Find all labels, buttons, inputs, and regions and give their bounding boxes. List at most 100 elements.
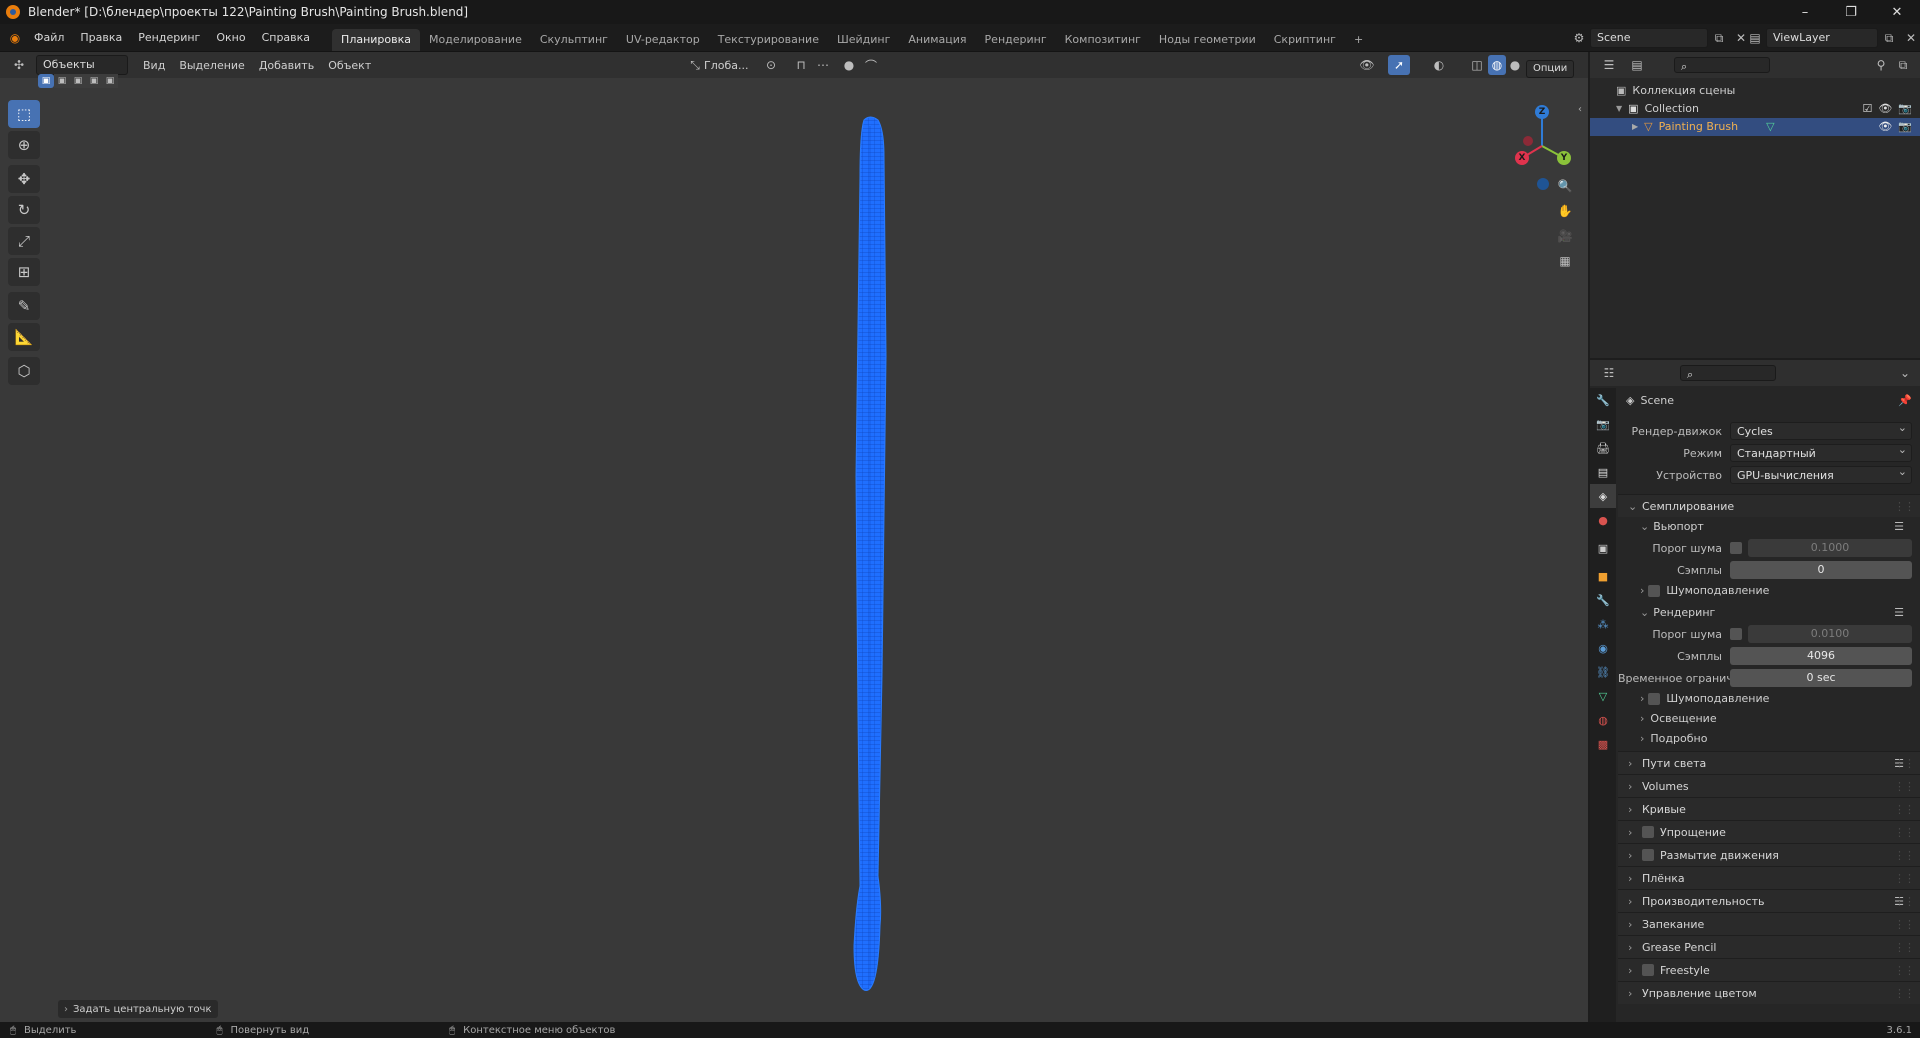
output-tab-icon[interactable]: 🖨 (1590, 436, 1616, 460)
drag-grip-icon[interactable]: ⋮⋮ (1894, 752, 1915, 775)
panel-performance[interactable]: › Производительность ☰ ⋮⋮ (1618, 889, 1920, 912)
viewport-denoise-header[interactable]: › Шумоподавление (1618, 581, 1920, 601)
tab-compositing[interactable]: Композитинг (1056, 29, 1150, 51)
lights-header[interactable]: › Освещение (1618, 709, 1920, 729)
scene-icon[interactable]: ⚙ (1568, 28, 1590, 48)
blender-menu-icon[interactable]: ◉ (4, 28, 26, 48)
visibility-icon[interactable]: 👁 (1356, 55, 1378, 75)
render-camera-icon[interactable]: 📷 (1898, 100, 1912, 118)
panel-freestyle[interactable]: › Freestyle ⋮⋮ (1618, 958, 1920, 981)
new-collection-icon[interactable]: ⧉ (1892, 55, 1914, 75)
filter-icon[interactable]: ⚲ (1870, 55, 1892, 75)
properties-options-icon[interactable]: ⌄ (1894, 363, 1916, 383)
render-samples-field[interactable]: 4096 (1730, 647, 1912, 665)
tab-layout[interactable]: Планировка (332, 29, 421, 51)
drag-grip-icon[interactable]: ⋮⋮ (1894, 982, 1915, 1005)
panel-light-paths[interactable]: › Пути света ☰ ⋮⋮ (1618, 751, 1920, 774)
menu-view[interactable]: Вид (136, 59, 172, 72)
scene-name-field[interactable]: Scene (1590, 28, 1708, 48)
viewport-denoise-checkbox[interactable] (1648, 585, 1661, 597)
time-limit-field[interactable]: 0 sec (1730, 669, 1912, 687)
render-noise-field[interactable]: 0.0100 (1748, 625, 1912, 643)
viewport-noise-field[interactable]: 0.1000 (1748, 539, 1912, 557)
orientation-icon[interactable]: ⤡ (684, 55, 706, 75)
transform-orientation[interactable]: Глоба... (704, 59, 748, 72)
drag-grip-icon[interactable]: ⋮⋮ (1894, 936, 1915, 959)
data-tab-icon[interactable]: ▽ (1590, 684, 1616, 708)
falloff-icon[interactable]: ⌒ (860, 55, 882, 75)
maximize-button[interactable]: ❐ (1828, 0, 1874, 24)
collection-tab-icon[interactable]: ▣ (1590, 536, 1616, 560)
gizmo-neg-z-axis[interactable] (1537, 178, 1549, 190)
panel-grease-pencil[interactable]: › Grease Pencil ⋮⋮ (1618, 935, 1920, 958)
move-tool-icon[interactable]: ✥ (8, 165, 40, 193)
snap-icon[interactable]: ⊓ (790, 55, 812, 75)
measure-tool-icon[interactable]: 📐 (8, 323, 40, 351)
object-eye-icon[interactable]: 👁 (1878, 118, 1892, 136)
panel-simplify[interactable]: › Упрощение ⋮⋮ (1618, 820, 1920, 843)
painting-brush-object[interactable] (820, 116, 920, 996)
delete-view-layer-icon[interactable]: ✕ (1900, 28, 1920, 48)
device-dropdown[interactable]: GPU-вычисления (1730, 463, 1912, 484)
drag-grip-icon[interactable]: ⋮⋮ (1894, 495, 1915, 518)
menu-add[interactable]: Добавить (252, 59, 321, 72)
menu-render[interactable]: Рендеринг (130, 24, 208, 52)
pivot-icon[interactable]: ⊙ (760, 55, 782, 75)
scale-tool-icon[interactable]: ⤢ (8, 227, 40, 255)
tree-row-collection[interactable]: ▼ ▣ Collection ☑ 👁 📷 (1590, 100, 1920, 118)
render-denoise-checkbox[interactable] (1648, 693, 1661, 705)
menu-file[interactable]: Файл (26, 24, 72, 52)
new-view-layer-icon[interactable]: ⧉ (1878, 28, 1900, 48)
perspective-grid-icon[interactable]: ▦ (1554, 251, 1576, 271)
particles-tab-icon[interactable]: ⁂ (1590, 612, 1616, 636)
display-mode-icon[interactable]: ▤ (1626, 55, 1648, 75)
panel-film[interactable]: › Плёнка ⋮⋮ (1618, 866, 1920, 889)
sampling-panel-header[interactable]: ⌄ Семплирование ⋮⋮ (1618, 494, 1920, 517)
world-tab-icon[interactable]: ● (1590, 508, 1616, 532)
editor-type-icon[interactable]: ✣ (8, 55, 30, 75)
viewport-noise-checkbox[interactable] (1730, 542, 1742, 554)
render-engine-dropdown[interactable]: Cycles (1730, 419, 1912, 440)
tab-geometry-nodes[interactable]: Ноды геометрии (1150, 29, 1265, 51)
pin-icon[interactable]: 📌 (1898, 394, 1912, 407)
last-operator-panel[interactable]: › Задать центральную точк (58, 1000, 218, 1018)
options-dropdown[interactable]: Опции (1526, 60, 1575, 78)
panel-color-management[interactable]: › Управление цветом ⋮⋮ (1618, 981, 1920, 1004)
tree-row-scene-collection[interactable]: ▣ Коллекция сцены (1590, 82, 1920, 100)
tab-scripting[interactable]: Скриптинг (1265, 29, 1345, 51)
gizmo-y-axis[interactable]: Y (1557, 151, 1571, 165)
transform-tool-icon[interactable]: ⊞ (8, 258, 40, 286)
sidebar-toggle-icon[interactable]: ‹ (1578, 104, 1582, 115)
scene-tab-icon[interactable]: ◈ (1590, 484, 1616, 508)
drag-grip-icon[interactable]: ⋮⋮ (1894, 821, 1915, 844)
menu-object[interactable]: Объект (321, 59, 378, 72)
drag-grip-icon[interactable]: ⋮⋮ (1894, 867, 1915, 890)
gizmo-toggle-icon[interactable]: ➚ (1388, 55, 1410, 75)
cursor-tool-icon[interactable]: ⊕ (8, 131, 40, 159)
tool-tab-icon[interactable]: 🔧 (1590, 388, 1616, 412)
drag-grip-icon[interactable]: ⋮⋮ (1894, 844, 1915, 867)
render-tab-icon[interactable]: 📷 (1590, 412, 1616, 436)
render-denoise-header[interactable]: › Шумоподавление (1618, 689, 1920, 709)
object-tab-icon[interactable]: ■ (1590, 564, 1616, 588)
tab-modeling[interactable]: Моделирование (420, 29, 531, 51)
properties-editor-type-icon[interactable]: ☷ (1598, 363, 1620, 383)
outliner-search-icon[interactable]: ⌕ (1674, 57, 1770, 73)
rotate-tool-icon[interactable]: ↻ (8, 196, 40, 224)
expand-arrow-right-icon[interactable]: ▶ (1632, 118, 1638, 136)
select-subtract-icon[interactable]: ▣ (70, 74, 86, 88)
drag-grip-icon[interactable]: ⋮⋮ (1894, 890, 1915, 913)
overlays-icon[interactable]: ◐ (1428, 55, 1450, 75)
material-tab-icon[interactable]: ◍ (1590, 708, 1616, 732)
properties-search-icon[interactable]: ⌕ (1680, 365, 1776, 381)
outliner-editor-type-icon[interactable]: ☰ (1598, 55, 1620, 75)
tab-sculpting[interactable]: Скульптинг (531, 29, 617, 51)
add-workspace-button[interactable]: + (1345, 29, 1372, 51)
simplify-checkbox[interactable] (1642, 826, 1654, 838)
expand-arrow-icon[interactable]: ▼ (1616, 100, 1622, 118)
drag-grip-icon[interactable]: ⋮⋮ (1894, 913, 1915, 936)
tab-shading[interactable]: Шейдинг (828, 29, 899, 51)
drag-grip-icon[interactable]: ⋮⋮ (1894, 775, 1915, 798)
panel-motion-blur[interactable]: › Размытие движения ⋮⋮ (1618, 843, 1920, 866)
menu-window[interactable]: Окно (208, 24, 253, 52)
